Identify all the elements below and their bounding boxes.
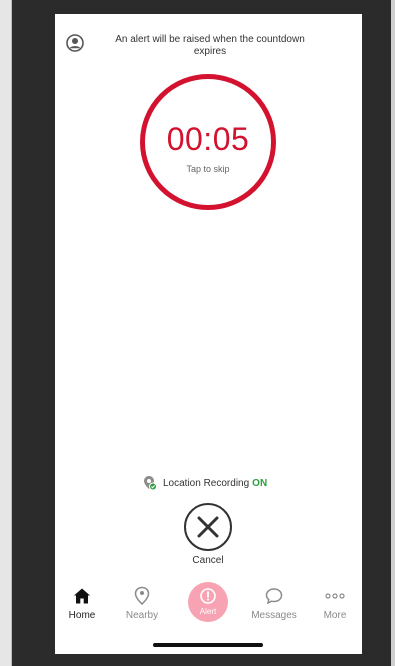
profile-icon[interactable]: [66, 34, 84, 52]
cancel-label: Cancel: [192, 555, 224, 566]
window-edge: [0, 0, 12, 666]
location-pin-icon: [117, 584, 167, 608]
phone-screen: An alert will be raised when the countdo…: [55, 14, 362, 654]
tab-alert[interactable]: Alert: [188, 582, 228, 622]
tab-alert-label: Alert: [199, 607, 217, 616]
alert-icon: [200, 588, 216, 604]
cancel-button[interactable]: [183, 502, 233, 552]
skip-hint: Tap to skip: [186, 164, 230, 174]
tab-messages[interactable]: Messages: [249, 580, 299, 621]
tab-home-label: Home: [68, 610, 96, 621]
location-recording-icon: [143, 475, 157, 491]
countdown-time: 00:05: [166, 121, 250, 157]
close-icon: [184, 503, 232, 551]
countdown-message: An alert will be raised when the countdo…: [115, 34, 305, 57]
location-recording-status: Location Recording ON: [143, 475, 267, 491]
countdown-timer[interactable]: 00:05 Tap to skip: [140, 74, 276, 210]
tab-home[interactable]: Home: [57, 580, 107, 621]
tab-bar: Home Nearby Alert Messages More: [55, 580, 362, 640]
tab-more-label: More: [323, 610, 347, 621]
window-right-edge: [391, 0, 395, 666]
tab-nearby-label: Nearby: [125, 610, 159, 621]
location-recording-on: ON: [252, 477, 268, 489]
location-recording-label: Location Recording: [163, 477, 250, 489]
home-indicator[interactable]: [153, 643, 263, 647]
tab-more[interactable]: More: [310, 580, 360, 621]
chat-bubble-icon: [249, 584, 299, 608]
more-dots-icon: [310, 584, 360, 608]
home-icon: [57, 584, 107, 608]
tab-nearby[interactable]: Nearby: [117, 580, 167, 621]
tab-messages-label: Messages: [251, 610, 297, 621]
